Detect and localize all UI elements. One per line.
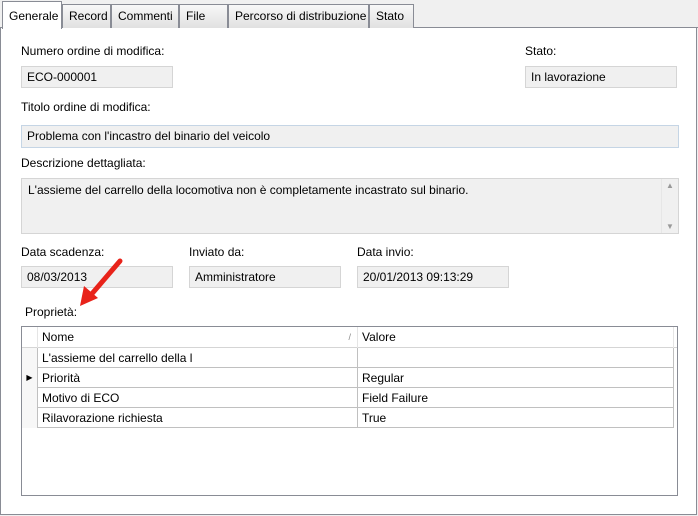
grid-header-corner [22, 327, 38, 348]
proprieta-label: Proprietà: [25, 305, 78, 319]
cell-nome[interactable]: Priorità [38, 368, 358, 388]
cell-valore[interactable]: True [358, 408, 674, 428]
cell-nome[interactable]: L'assieme del carrello della l [38, 348, 358, 368]
column-header-nome[interactable]: Nome / [38, 327, 358, 348]
grid-header: Nome / Valore [22, 327, 677, 348]
data-invio-label: Data invio: [357, 245, 414, 259]
descrizione-label: Descrizione dettagliata: [21, 156, 146, 170]
tab-record[interactable]: Record [62, 4, 111, 28]
scroll-down-icon[interactable]: ▼ [662, 222, 678, 231]
data-invio-field[interactable]: 20/01/2013 09:13:29 [357, 266, 509, 288]
tab-percorso-distribuzione[interactable]: Percorso di distribuzione [228, 4, 369, 28]
row-header[interactable]: ▶ [22, 368, 38, 388]
titolo-field[interactable]: Problema con l'incastro del binario del … [21, 125, 679, 148]
tab-bar: Generale Record Commenti File Percorso d… [0, 0, 698, 29]
tab-generale[interactable]: Generale [2, 1, 62, 29]
tab-commenti[interactable]: Commenti [111, 4, 179, 28]
column-header-valore[interactable]: Valore [358, 327, 674, 348]
table-row[interactable]: ▶ Priorità Regular [22, 368, 674, 388]
table-row[interactable]: Rilavorazione richiesta True [22, 408, 674, 428]
descrizione-scrollbar[interactable]: ▲ ▼ [661, 179, 678, 233]
properties-grid[interactable]: Nome / Valore L'assieme del carrello del… [21, 326, 678, 496]
table-row[interactable]: Motivo di ECO Field Failure [22, 388, 674, 408]
cell-valore[interactable] [358, 348, 674, 368]
column-header-nome-label: Nome [42, 330, 75, 344]
titolo-label: Titolo ordine di modifica: [21, 100, 151, 114]
inviato-da-label: Inviato da: [189, 245, 245, 259]
cell-nome[interactable]: Rilavorazione richiesta [38, 408, 358, 428]
row-header[interactable] [22, 408, 38, 428]
stato-label: Stato: [525, 44, 557, 58]
descrizione-textarea[interactable]: L'assieme del carrello della locomotiva … [21, 178, 679, 234]
tab-stato[interactable]: Stato [369, 4, 414, 28]
inviato-da-field[interactable]: Amministratore [189, 266, 341, 288]
cell-nome[interactable]: Motivo di ECO [38, 388, 358, 408]
tab-file[interactable]: File [179, 4, 228, 28]
cell-valore[interactable]: Field Failure [358, 388, 674, 408]
current-row-icon: ▶ [26, 373, 33, 382]
cell-valore[interactable]: Regular [358, 368, 674, 388]
numero-ordine-label: Numero ordine di modifica: [21, 44, 165, 58]
stato-field[interactable]: In lavorazione [525, 66, 677, 88]
numero-ordine-field[interactable]: ECO-000001 [21, 66, 173, 88]
scroll-up-icon[interactable]: ▲ [662, 181, 678, 190]
descrizione-text: L'assieme del carrello della locomotiva … [28, 183, 469, 197]
table-row[interactable]: L'assieme del carrello della l [22, 348, 674, 368]
row-header[interactable] [22, 388, 38, 408]
red-arrow-icon [80, 258, 123, 306]
sort-icon: / [348, 332, 351, 342]
row-header[interactable] [22, 348, 38, 368]
